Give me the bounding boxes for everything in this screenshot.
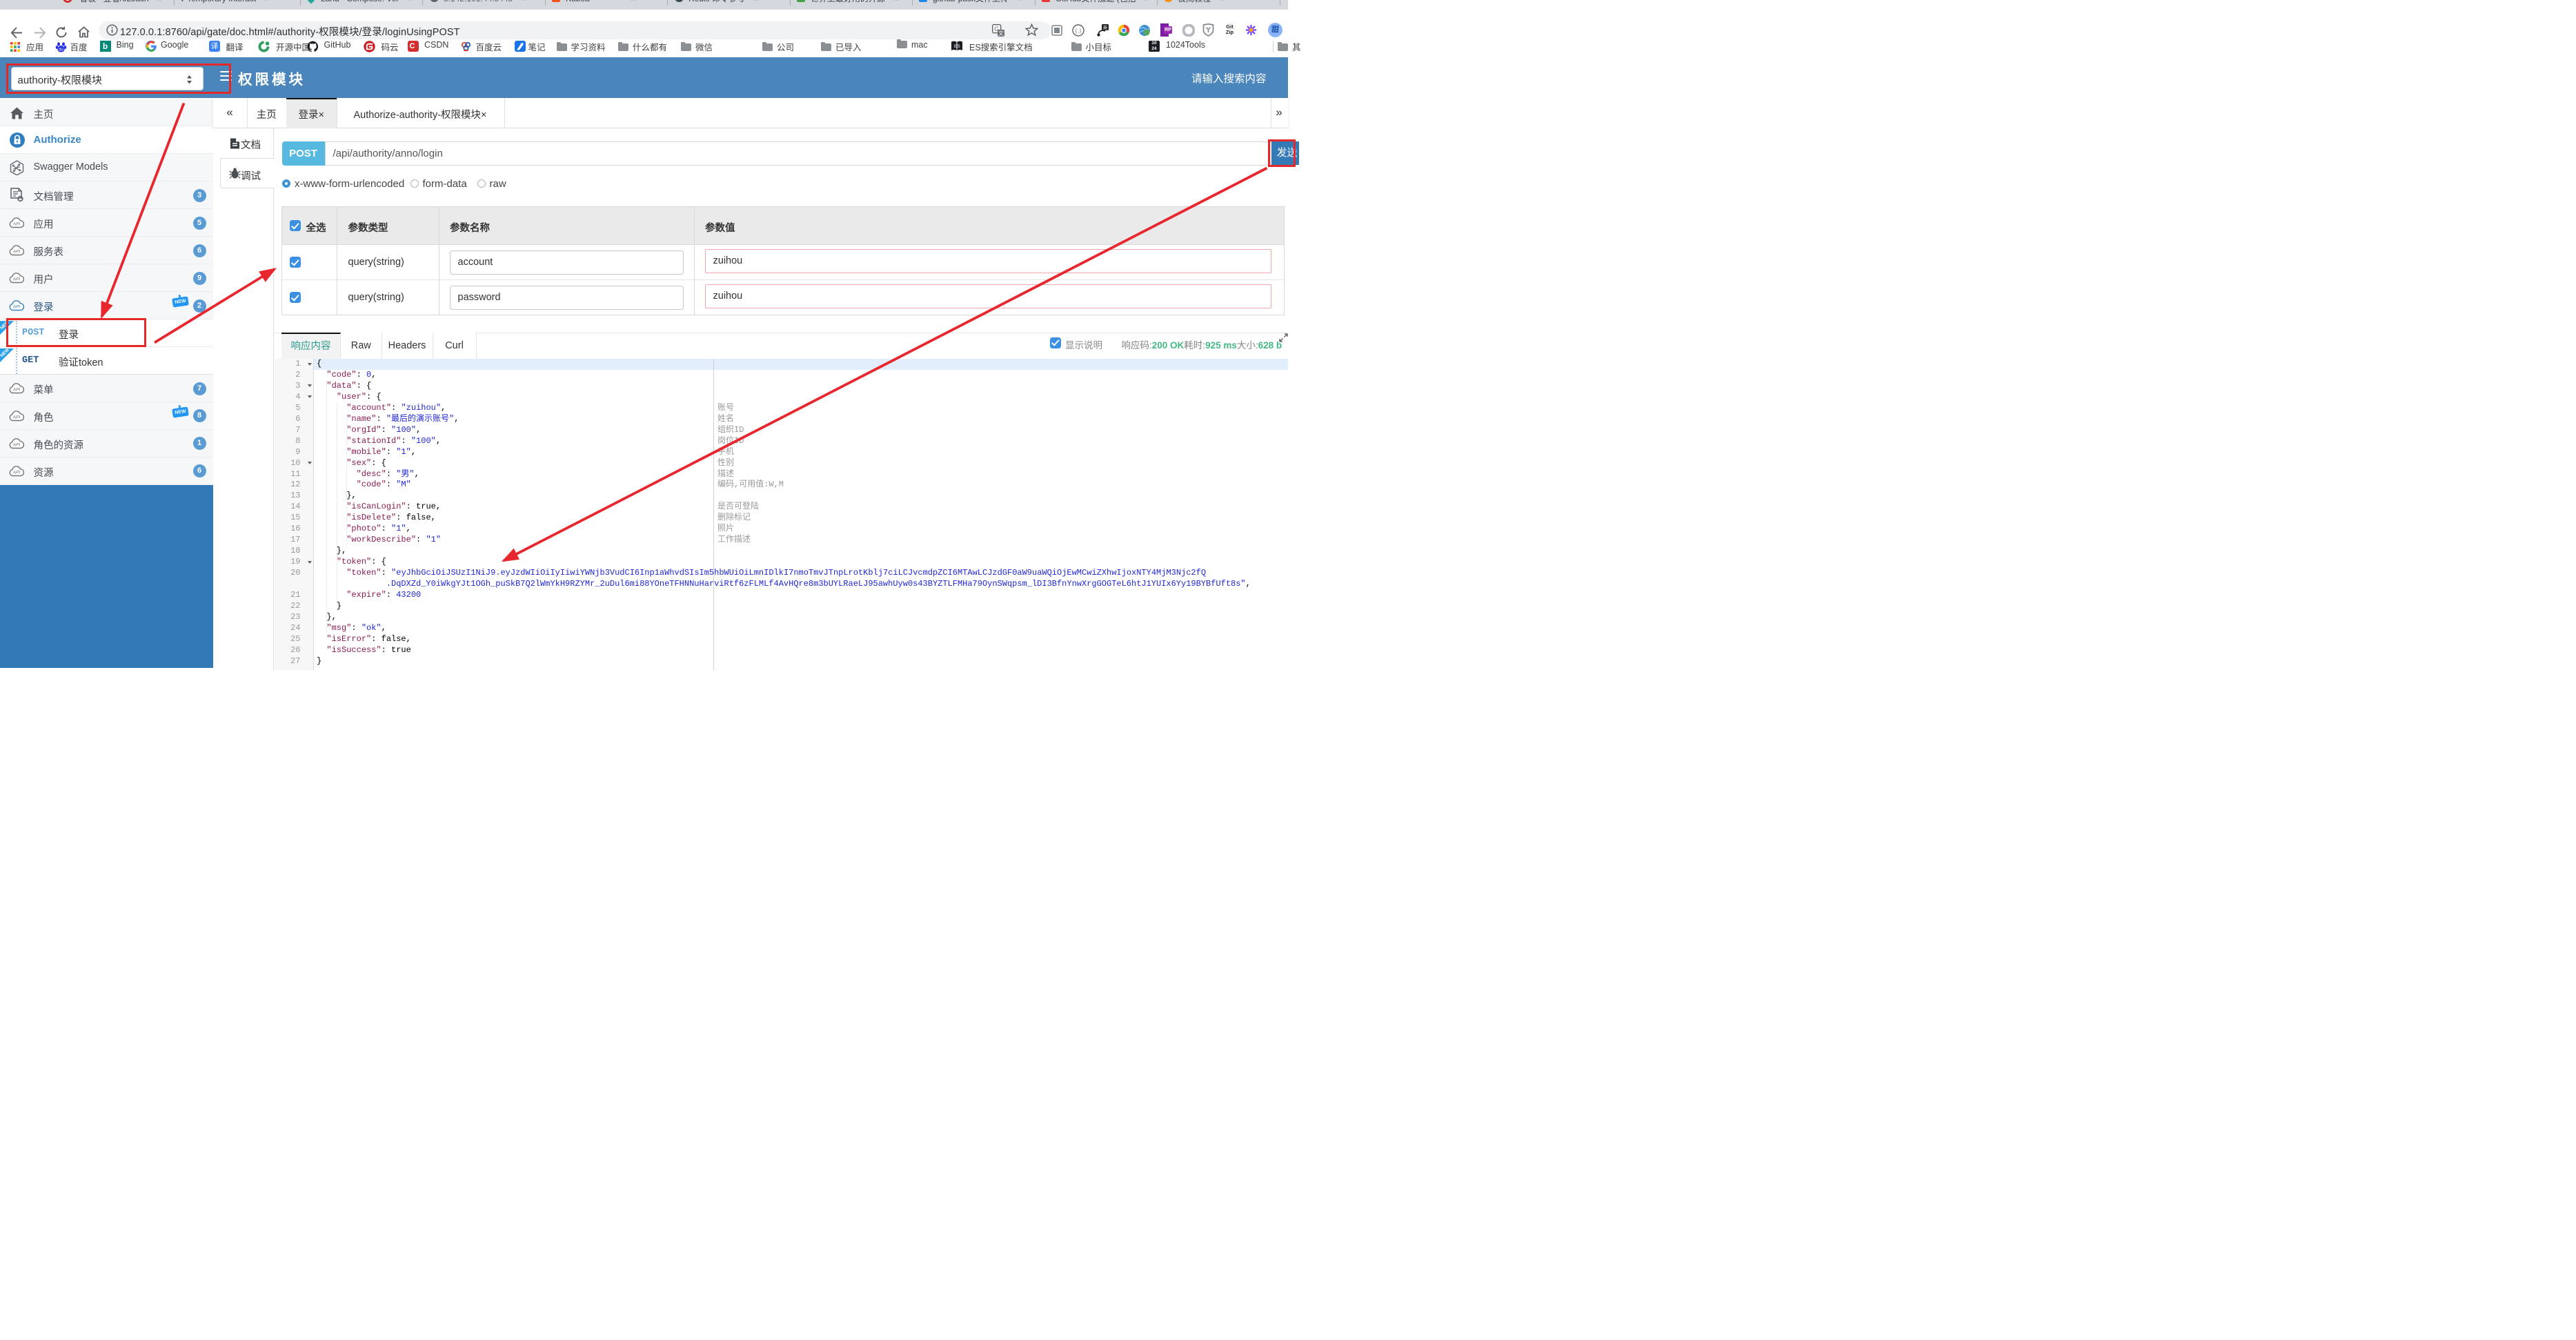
svg-text:API: API [12,305,21,310]
svg-text:英: 英 [1103,24,1108,30]
svg-text:API: API [12,415,21,420]
svg-text:API: API [12,388,21,393]
svg-text:API: API [12,277,21,282]
svg-text:API: API [12,250,21,255]
svg-text:{..}: {..} [1076,29,1082,34]
svg-text:文: 文 [998,30,1004,37]
svg-text:ES: ES [954,44,960,49]
svg-text:API: API [12,442,21,447]
svg-text:API: API [12,222,21,227]
svg-text:du: du [59,48,63,52]
svg-text:API: API [12,470,21,475]
